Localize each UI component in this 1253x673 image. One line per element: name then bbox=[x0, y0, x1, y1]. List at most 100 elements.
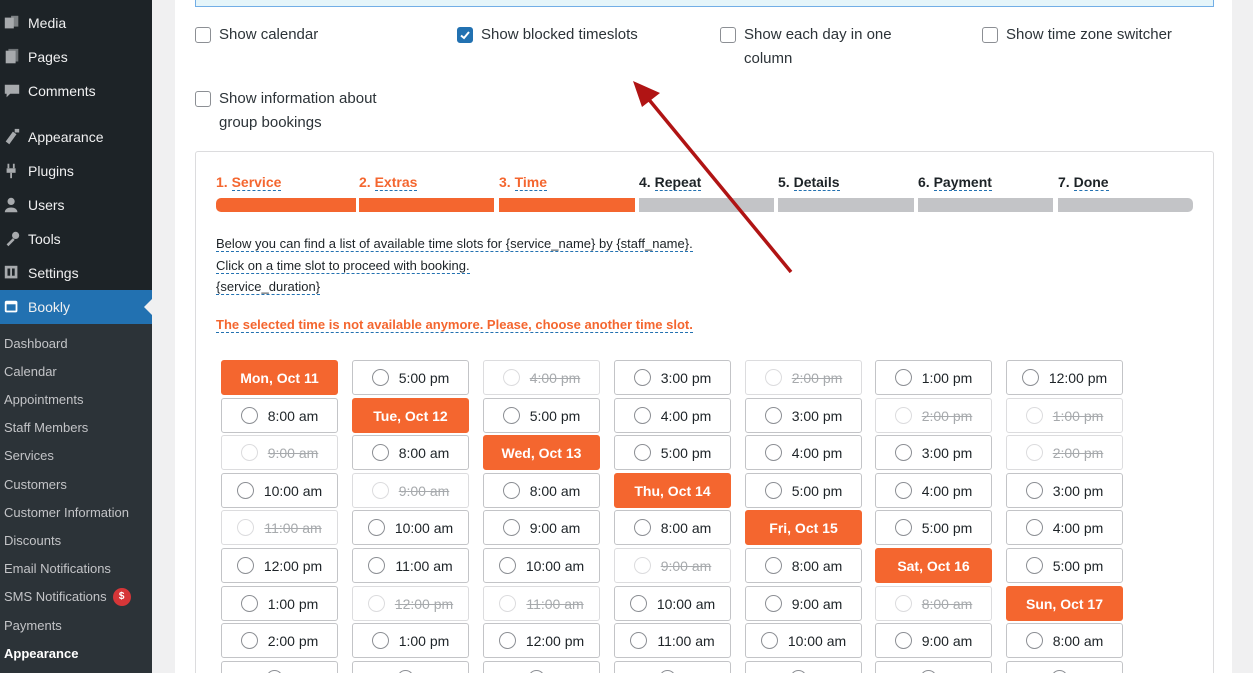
time-slot-button[interactable]: 4:00 pm bbox=[614, 398, 731, 433]
sidebar-item-bookly[interactable]: Bookly bbox=[0, 290, 152, 324]
time-slot-button[interactable]: 9:00 am bbox=[745, 586, 862, 621]
info-text-line[interactable]: {service_duration} bbox=[216, 277, 321, 297]
submenu-item-email-notifications[interactable]: Email Notifications bbox=[4, 559, 111, 579]
submenu-item-discounts[interactable]: Discounts bbox=[4, 531, 61, 551]
sidebar-item-settings[interactable]: Settings bbox=[0, 256, 152, 290]
time-slot-button[interactable]: 5:00 pm bbox=[875, 510, 992, 545]
submenu-item-payments[interactable]: Payments bbox=[4, 616, 62, 636]
step-time[interactable]: 3. Time bbox=[499, 174, 548, 191]
time-slot-button[interactable]: 5:00 pm bbox=[483, 398, 600, 433]
submenu-item-customer-information[interactable]: Customer Information bbox=[4, 503, 129, 523]
time-slot-button[interactable]: 8:00 am bbox=[745, 548, 862, 583]
option-show-calendar[interactable]: Show calendar bbox=[195, 23, 318, 47]
option-show-blocked-timeslots[interactable]: Show blocked timeslots bbox=[457, 23, 638, 47]
submenu-item-dashboard[interactable]: Dashboard bbox=[4, 334, 68, 354]
step-details[interactable]: 5. Details bbox=[778, 174, 840, 191]
time-slot-label: 4:00 pm bbox=[529, 369, 581, 386]
time-slot-button[interactable]: 12:00 pm bbox=[1006, 360, 1123, 395]
sidebar-item-pages[interactable]: Pages bbox=[0, 40, 152, 74]
step-label: Time bbox=[514, 174, 548, 191]
submenu-item-services[interactable]: Services bbox=[4, 446, 54, 466]
show-calendar-checkbox[interactable] bbox=[195, 27, 211, 43]
time-slot-button[interactable]: 10:00 am bbox=[745, 623, 862, 658]
time-slot-button[interactable]: 5:00 pm bbox=[1006, 548, 1123, 583]
time-slot-button[interactable]: 4:00 pm bbox=[745, 435, 862, 470]
time-slot-button[interactable] bbox=[221, 661, 338, 673]
time-slot-button[interactable]: 10:00 am bbox=[352, 510, 469, 545]
radio-icon bbox=[764, 557, 782, 574]
option-show-group-bookings-info[interactable]: Show information about group bookings bbox=[195, 87, 377, 135]
time-slot-button[interactable]: 8:00 am bbox=[614, 510, 731, 545]
radio-icon bbox=[367, 519, 385, 536]
step-number: 1. bbox=[216, 174, 228, 190]
sidebar-item-users[interactable]: Users bbox=[0, 188, 152, 222]
info-text-line[interactable]: Click on a time slot to proceed with boo… bbox=[216, 256, 470, 276]
time-slot-button[interactable]: 1:00 pm bbox=[221, 586, 338, 621]
time-slot-button[interactable]: 4:00 pm bbox=[875, 473, 992, 508]
time-slot-button[interactable]: 10:00 am bbox=[614, 586, 731, 621]
time-slot-button[interactable]: 11:00 am bbox=[352, 548, 469, 583]
time-slot-button[interactable]: 3:00 pm bbox=[1006, 473, 1123, 508]
sidebar-item-media[interactable]: Media bbox=[0, 6, 152, 40]
time-slot-button[interactable]: 12:00 pm bbox=[221, 548, 338, 583]
time-slot-button[interactable]: 1:00 pm bbox=[875, 360, 992, 395]
option-label: Show information about group bookings bbox=[219, 90, 377, 131]
info-text-line[interactable]: Below you can find a list of available t… bbox=[216, 234, 693, 254]
sidebar-item-plugins[interactable]: Plugins bbox=[0, 154, 152, 188]
option-show-each-day-one-column[interactable]: Show each day in one column bbox=[720, 23, 892, 71]
submenu-item-label: Dashboard bbox=[4, 336, 68, 351]
sms-credit-badge: $ bbox=[112, 588, 131, 606]
time-slot-button[interactable]: 8:00 am bbox=[352, 435, 469, 470]
time-slot-button[interactable]: 1:00 pm bbox=[352, 623, 469, 658]
time-slot-button[interactable]: 10:00 am bbox=[483, 548, 600, 583]
sidebar-item-tools[interactable]: Tools bbox=[0, 222, 152, 256]
time-slot-button[interactable] bbox=[875, 661, 992, 673]
time-slot-button[interactable]: 8:00 am bbox=[221, 398, 338, 433]
time-slot-button[interactable] bbox=[352, 661, 469, 673]
time-slot-button[interactable]: 3:00 pm bbox=[614, 360, 731, 395]
time-slot-button[interactable]: 12:00 pm bbox=[483, 623, 600, 658]
error-message[interactable]: The selected time is not available anymo… bbox=[216, 317, 693, 333]
time-slot-button[interactable]: 4:00 pm bbox=[1006, 510, 1123, 545]
submenu-item-customers[interactable]: Customers bbox=[4, 475, 67, 495]
day-header: Sat, Oct 16 bbox=[875, 548, 992, 583]
step-extras[interactable]: 2. Extras bbox=[359, 174, 418, 191]
step-progress-bar bbox=[359, 198, 494, 212]
step-payment[interactable]: 6. Payment bbox=[918, 174, 992, 191]
time-slot-button[interactable]: 9:00 am bbox=[875, 623, 992, 658]
step-done[interactable]: 7. Done bbox=[1058, 174, 1109, 191]
time-slot-button[interactable] bbox=[483, 661, 600, 673]
sidebar-item-appearance[interactable]: Appearance bbox=[0, 120, 152, 154]
show-each-day-checkbox[interactable] bbox=[720, 27, 736, 43]
time-slot-label: 3:00 pm bbox=[921, 444, 973, 461]
submenu-item-sms-notifications[interactable]: SMS Notifications $ bbox=[4, 587, 131, 607]
time-slot-button[interactable]: 10:00 am bbox=[221, 473, 338, 508]
option-show-time-zone-switcher[interactable]: Show time zone switcher bbox=[982, 23, 1172, 47]
time-slot-button[interactable]: 8:00 am bbox=[483, 473, 600, 508]
time-slot-button[interactable] bbox=[745, 661, 862, 673]
sidebar-item-label: Settings bbox=[28, 265, 79, 281]
submenu-item-staff-members[interactable]: Staff Members bbox=[4, 418, 88, 438]
time-slot-button[interactable] bbox=[1006, 661, 1123, 673]
sidebar-item-comments[interactable]: Comments bbox=[0, 74, 152, 108]
time-slot-button[interactable]: 5:00 pm bbox=[352, 360, 469, 395]
show-time-zone-switcher-checkbox[interactable] bbox=[982, 27, 998, 43]
show-group-bookings-checkbox[interactable] bbox=[195, 91, 211, 107]
time-slot-button[interactable]: 9:00 am bbox=[483, 510, 600, 545]
submenu-item-calendar[interactable]: Calendar bbox=[4, 362, 57, 382]
time-slot-button[interactable]: 11:00 am bbox=[614, 623, 731, 658]
day-header: Fri, Oct 15 bbox=[745, 510, 862, 545]
time-slot-button[interactable] bbox=[614, 661, 731, 673]
time-slot-button[interactable]: 3:00 pm bbox=[745, 398, 862, 433]
step-repeat[interactable]: 4. Repeat bbox=[639, 174, 702, 191]
step-service[interactable]: 1. Service bbox=[216, 174, 282, 191]
radio-icon bbox=[1025, 632, 1043, 649]
time-slot-button[interactable]: 8:00 am bbox=[1006, 623, 1123, 658]
time-slot-button[interactable]: 2:00 pm bbox=[221, 623, 338, 658]
submenu-item-appearance[interactable]: Appearance bbox=[4, 644, 78, 664]
show-blocked-timeslots-checkbox[interactable] bbox=[457, 27, 473, 43]
time-slot-button[interactable]: 3:00 pm bbox=[875, 435, 992, 470]
time-slot-button[interactable]: 5:00 pm bbox=[745, 473, 862, 508]
submenu-item-appointments[interactable]: Appointments bbox=[4, 390, 84, 410]
time-slot-button[interactable]: 5:00 pm bbox=[614, 435, 731, 470]
